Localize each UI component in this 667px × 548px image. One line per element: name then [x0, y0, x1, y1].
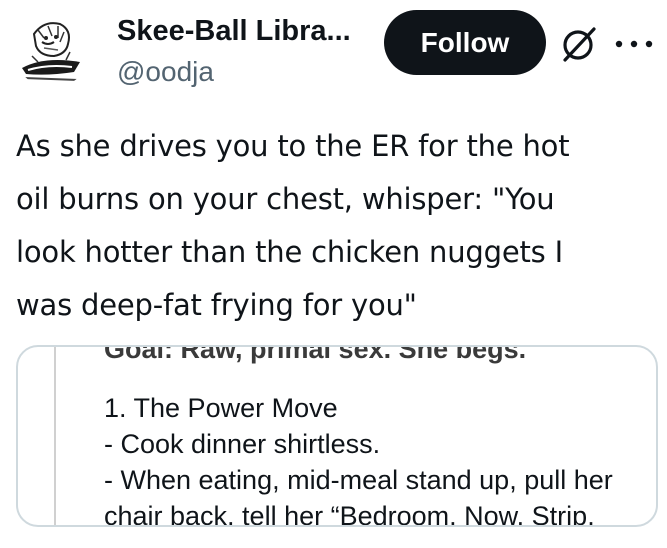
- author-display-name[interactable]: Skee-Ball Libra...: [117, 13, 351, 49]
- quote-bar: [54, 347, 56, 525]
- author-handle[interactable]: @oodja: [117, 55, 214, 89]
- media-line: Goal: Raw, primal sex. She begs.: [104, 345, 527, 364]
- media-card[interactable]: Goal: Raw, primal sex. She begs. 1. The …: [16, 345, 658, 527]
- grok-icon[interactable]: [559, 24, 599, 64]
- avatar-sketch-icon: [14, 12, 90, 88]
- media-line: 1. The Power Move: [104, 393, 338, 423]
- media-line: - When eating, mid-meal stand up, pull h…: [104, 465, 613, 495]
- media-line: - Cook dinner shirtless.: [104, 429, 381, 459]
- tweet-view: Skee-Ball Libra... @oodja Follow As she …: [0, 0, 667, 548]
- tweet-text: As she drives you to the ER for the hot …: [16, 129, 570, 322]
- follow-button[interactable]: Follow: [384, 10, 546, 75]
- media-line: chair back, tell her “Bedroom. Now. Stri…: [104, 501, 595, 527]
- more-dots-icon[interactable]: [612, 35, 656, 48]
- avatar[interactable]: [14, 12, 90, 88]
